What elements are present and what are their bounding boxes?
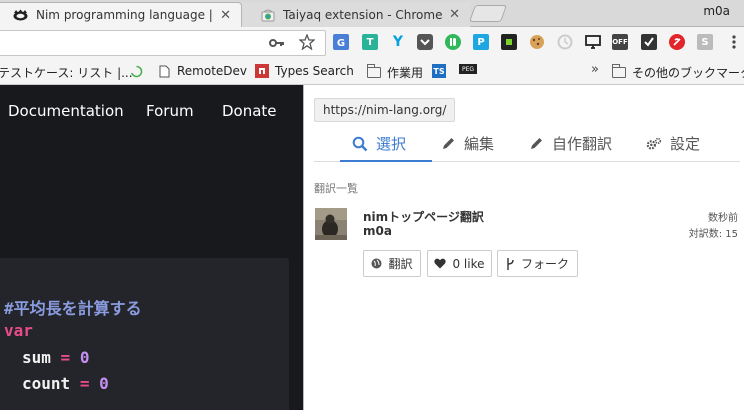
address-bar[interactable] [0,30,326,56]
like-button[interactable]: 0 like [427,250,492,277]
tab-select[interactable]: 選択 [352,133,406,154]
button-label: フォーク [520,257,569,271]
section-title: 翻訳一覧 [314,182,358,195]
close-tab-icon[interactable]: ✕ [220,8,231,23]
p-extension-icon[interactable]: P [473,34,489,50]
svg-text:G: G [337,38,345,49]
clock-extension-icon[interactable] [557,34,573,50]
red-circle-extension-icon[interactable] [669,34,685,50]
square-extension-icon[interactable] [501,34,517,50]
code-line-count: count = 0 [22,374,109,393]
t-extension-icon[interactable]: T [362,34,378,50]
code-identifier: sum [22,348,51,367]
active-tab-indicator [340,160,432,162]
code-sample: #平均長を計算する var sum = 0 count = 0 [0,258,289,410]
folder-icon [612,64,626,78]
bookmark-peg[interactable]: PEG [459,64,483,74]
bookmark-types-search[interactable]: Types Search [255,64,354,78]
search-icon [352,136,368,152]
code-operator: = [79,374,90,393]
checkmark-extension-icon[interactable] [641,34,657,50]
ts-icon: TS [432,64,446,78]
profile-name[interactable]: m0a [703,4,730,18]
peg-icon: PEG [459,64,477,74]
pencil-icon [528,136,544,152]
bookmark-label: 作業用 [387,66,424,80]
current-url: https://nim-lang.org/ [314,98,456,122]
page-icon [157,64,171,78]
browser-tab-nim[interactable]: Nim programming language | N ✕ [0,2,242,27]
tab-my-translations[interactable]: 自作翻訳 [528,133,612,154]
chrome-webstore-icon [260,7,275,22]
tab-title: Taiyaq extension - Chrome ウ [283,8,444,22]
translate-extension-icon[interactable]: G [333,34,349,50]
heart-icon [434,258,447,269]
folder-icon [367,64,381,78]
code-identifier: count [22,374,71,393]
npm-icon [255,64,269,78]
loading-icon [129,64,143,78]
y-extension-icon[interactable]: Y [390,34,406,50]
bookmark-loading[interactable] [129,64,149,78]
pocket-icon[interactable] [417,34,433,50]
tab-label: 編集 [464,135,495,153]
translation-count: 対訳数: 15 [688,229,738,240]
nim-website-page: Documentation Forum Donate #平均長を計算する var… [0,85,303,410]
translation-panel: https://nim-lang.org/ 選択 編集 自作翻訳 設定 翻訳一覧… [304,85,744,410]
code-operator: = [60,348,71,367]
nav-forum-link[interactable]: Forum [146,102,194,120]
nim-crown-icon [13,8,28,23]
fork-icon [506,257,515,270]
bookmark-other-folder[interactable]: その他のブックマーク [612,64,744,81]
bookmarks-overflow-chevron[interactable]: » [591,62,599,77]
translation-author[interactable]: m0a [363,224,392,238]
bookmark-label: その他のブックマーク [632,66,744,80]
menu-icon[interactable] [726,34,742,50]
s-extension-icon[interactable]: S [697,34,713,50]
bookmark-label: テストケース: リスト |... [0,66,133,80]
key-icon[interactable] [269,36,285,54]
tab-settings[interactable]: 設定 [646,133,700,154]
tab-edit[interactable]: 編集 [440,133,494,154]
star-icon[interactable] [298,33,316,54]
monitor-icon[interactable] [585,34,601,50]
code-number: 0 [99,374,109,393]
new-tab-button[interactable] [468,5,508,22]
translate-button[interactable]: 翻訳 [363,250,421,277]
bookmark-label: Types Search [275,64,354,78]
translation-title[interactable]: nimトップページ翻訳 [363,208,484,225]
translation-timestamp: 数秒前 [708,213,738,224]
off-toggle-icon[interactable]: OFF [612,34,628,50]
user-avatar [315,208,347,240]
code-comment: #平均長を計算する [4,299,142,318]
tab-label: 自作翻訳 [552,135,613,153]
bookmark-ts[interactable]: TS [432,64,446,78]
gear-icon [646,136,662,152]
code-number: 0 [79,348,90,367]
tab-label: 設定 [670,135,701,153]
cookie-icon[interactable] [529,34,545,50]
bookmark-folder-work[interactable]: 作業用 [367,64,423,81]
pencil-icon [440,136,456,152]
nav-documentation-link[interactable]: Documentation [8,102,124,120]
nav-donate-link[interactable]: Donate [222,102,277,120]
bookmarks-bar: テストケース: リスト |... RemoteDev Types Search … [0,59,744,85]
code-keyword: var [4,321,33,340]
browser-toolbar: G T Y P OFF S [0,27,744,59]
bookmark-remotedev[interactable]: RemoteDev [157,64,247,78]
green-circle-extension-icon[interactable] [445,34,461,50]
button-label: 0 like [452,256,485,271]
tab-title: Nim programming language | N [36,8,215,22]
tab-label: 選択 [376,135,407,153]
panel-tabs: 選択 編集 自作翻訳 設定 [314,129,740,162]
fork-button[interactable]: フォーク [497,250,578,277]
button-label: 翻訳 [388,257,413,271]
globe-icon [371,258,382,269]
code-line-sum: sum = 0 [22,348,89,367]
browser-tab-strip: Nim programming language | N ✕ Taiyaq ex… [0,0,744,27]
browser-tab-taiyaq[interactable]: Taiyaq extension - Chrome ウ ✕ [242,2,470,27]
bookmark-label: RemoteDev [177,64,248,78]
close-tab-icon[interactable]: ✕ [449,7,460,22]
bookmark-testcase[interactable]: テストケース: リスト |... [0,64,133,81]
